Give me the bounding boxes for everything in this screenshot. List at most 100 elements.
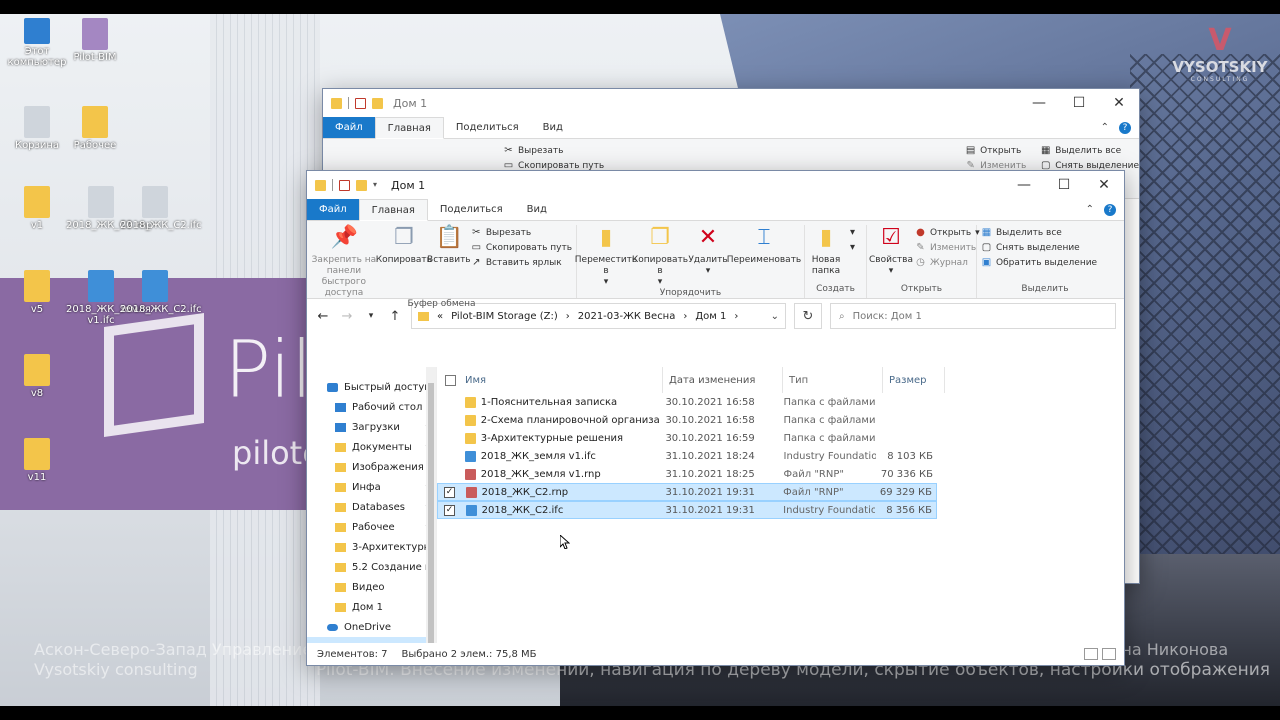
nav-item[interactable]: Документы✦: [307, 437, 436, 457]
nav-item[interactable]: Дом 1: [307, 597, 436, 617]
table-row[interactable]: ✓ 2018_ЖК_С2.ifc 31.10.2021 19:31 Industry …: [437, 501, 937, 519]
table-row[interactable]: 2-Схема планировочной организац... 30.10.…: [437, 411, 937, 429]
refresh-button[interactable]: ↻: [794, 303, 822, 329]
desktop-icon[interactable]: 2018_ЖК_С2.ifc: [120, 270, 202, 315]
minimize-icon[interactable]: —: [1004, 171, 1044, 199]
nav-item[interactable]: Рабочее✦: [307, 517, 436, 537]
paste-shortcut-button[interactable]: ↗ Вставить ярлык: [471, 257, 572, 268]
open-button[interactable]: ● Открыть ▾: [915, 227, 980, 238]
desktop-icon[interactable]: v8: [2, 354, 72, 399]
open-button[interactable]: ▤ Открыть: [965, 145, 1026, 156]
chevron-down-icon[interactable]: ▾: [373, 180, 381, 191]
nav-item[interactable]: Рабочий стол✦: [307, 397, 436, 417]
desktop-icon[interactable]: v5: [2, 270, 72, 315]
breadcrumb-sep[interactable]: ›: [734, 311, 738, 322]
desktop-icon[interactable]: v1: [2, 186, 72, 231]
chevron-up-icon[interactable]: ⌃: [1101, 122, 1109, 133]
tab-share[interactable]: Поделиться: [444, 117, 531, 138]
edit-button[interactable]: ✎ Изменить: [915, 242, 980, 253]
chevron-down-icon[interactable]: ⌄: [771, 311, 779, 322]
column-name[interactable]: Имя: [459, 367, 663, 393]
nav-item[interactable]: Databases✦: [307, 497, 436, 517]
maximize-icon[interactable]: ☐: [1059, 89, 1099, 117]
desktop-icon[interactable]: v11: [2, 438, 72, 483]
copy-path-button[interactable]: ▭ Скопировать путь: [471, 242, 572, 253]
table-row[interactable]: 1-Пояснительная записка 30.10.2021 16:58 П…: [437, 393, 937, 411]
chevron-up-icon[interactable]: ⌃: [1086, 204, 1094, 215]
help-icon[interactable]: ?: [1119, 121, 1131, 134]
minimize-icon[interactable]: —: [1019, 89, 1059, 117]
easy-access-button[interactable]: ▾: [847, 242, 858, 253]
table-row[interactable]: 2018_ЖК_земля v1.rnp 31.10.2021 18:25 Файл…: [437, 465, 937, 483]
tab-view[interactable]: Вид: [531, 117, 575, 138]
column-size[interactable]: Размер: [883, 367, 945, 393]
nav-item[interactable]: 5.2 Создание ко: [307, 557, 436, 577]
details-view-icon[interactable]: [1084, 648, 1098, 660]
column-date[interactable]: Дата изменения: [663, 367, 783, 393]
breadcrumb-sep[interactable]: ›: [566, 311, 570, 322]
table-row[interactable]: 2018_ЖК_земля v1.ifc 31.10.2021 18:24 Indu…: [437, 447, 937, 465]
nav-scrollbar[interactable]: [426, 367, 436, 663]
invert-selection-button[interactable]: ▣ Обратить выделение: [981, 257, 1097, 268]
titlebar[interactable]: Дом 1 — ☐ ✕: [323, 89, 1139, 117]
cut-button[interactable]: ✂ Вырезать: [503, 145, 604, 156]
table-row[interactable]: ✓ 2018_ЖК_С2.rnp 31.10.2021 19:31 Файл "RNP…: [437, 483, 937, 501]
new-folder-button[interactable]: ▮ Новая папка: [809, 225, 843, 277]
table-row[interactable]: 3-Архитектурные решения 30.10.2021 16:59 П…: [437, 429, 937, 447]
paste-button[interactable]: 📋 Вставить: [427, 225, 471, 266]
select-none-button[interactable]: ▢ Снять выделение: [981, 242, 1097, 253]
breadcrumb-sep[interactable]: ›: [683, 311, 687, 322]
nav-item[interactable]: Изображения✦: [307, 457, 436, 477]
back-icon[interactable]: ←: [315, 309, 331, 324]
breadcrumb-overflow[interactable]: «: [437, 311, 443, 322]
select-all-button[interactable]: ▦ Выделить все: [981, 227, 1097, 238]
nav-item[interactable]: Инфа✦: [307, 477, 436, 497]
forward-icon[interactable]: →: [339, 309, 355, 324]
properties-button[interactable]: ☑ Свойства ▾: [869, 225, 913, 277]
nav-item[interactable]: Видео: [307, 577, 436, 597]
breadcrumb-drive[interactable]: Pilot-BIM Storage (Z:): [451, 311, 558, 322]
up-icon[interactable]: ↑: [387, 309, 403, 324]
tab-share[interactable]: Поделиться: [428, 199, 515, 220]
search-input[interactable]: ⌕ Поиск: Дом 1: [830, 303, 1116, 329]
nav-item[interactable]: Быстрый доступ: [307, 377, 436, 397]
pin-quick-access-button[interactable]: 📌 Закрепить на панели быстрого доступа: [311, 225, 377, 299]
new-folder-icon[interactable]: [356, 179, 367, 191]
desktop-icon[interactable]: 2018_ЖК_С2.ifc: [120, 186, 202, 231]
select-all-button[interactable]: ▦ Выделить все: [1040, 145, 1139, 156]
close-icon[interactable]: ✕: [1084, 171, 1124, 199]
desktop-icon[interactable]: Pilot-BIM: [60, 18, 130, 63]
tab-view[interactable]: Вид: [515, 199, 559, 220]
select-all-checkbox[interactable]: [437, 367, 459, 393]
copy-to-button[interactable]: ❐ Копировать в ▾: [632, 225, 688, 288]
tab-file[interactable]: Файл: [307, 199, 359, 220]
properties-icon[interactable]: [339, 179, 350, 191]
close-icon[interactable]: ✕: [1099, 89, 1139, 117]
row-checkbox[interactable]: ✓: [444, 486, 455, 498]
move-to-button[interactable]: ▮ Переместить в ▾: [575, 225, 637, 288]
titlebar[interactable]: ▾ Дом 1 — ☐ ✕: [307, 171, 1124, 199]
nav-item[interactable]: Загрузки✦: [307, 417, 436, 437]
breadcrumb-project[interactable]: 2021-03-ЖК Весна: [578, 311, 676, 322]
help-icon[interactable]: ?: [1104, 203, 1116, 216]
scrollbar-thumb[interactable]: [428, 383, 434, 663]
explorer-window[interactable]: ▾ Дом 1 — ☐ ✕ Файл Главная Поделиться Вид …: [306, 170, 1125, 666]
column-type[interactable]: Тип: [783, 367, 883, 393]
tab-home[interactable]: Главная: [374, 117, 444, 139]
copy-button[interactable]: ❐ Копировать: [376, 225, 432, 266]
nav-item[interactable]: OneDrive: [307, 617, 436, 637]
row-checkbox[interactable]: ✓: [444, 504, 455, 516]
cut-button[interactable]: ✂ Вырезать: [471, 227, 572, 238]
tab-home[interactable]: Главная: [358, 199, 428, 221]
rename-button[interactable]: ⌶ Переименовать: [727, 225, 802, 266]
tab-file[interactable]: Файл: [323, 117, 375, 138]
maximize-icon[interactable]: ☐: [1044, 171, 1084, 199]
delete-button[interactable]: ✕ Удалить ▾: [688, 225, 727, 277]
desktop-icon[interactable]: Рабочее: [60, 106, 130, 151]
new-item-button[interactable]: ▾: [847, 227, 858, 238]
history-button[interactable]: ◷ Журнал: [915, 257, 980, 268]
recent-locations-icon[interactable]: ▾: [363, 311, 379, 321]
large-icons-view-icon[interactable]: [1102, 648, 1116, 660]
nav-item[interactable]: 3-Архитектурные решения: [307, 537, 436, 557]
breadcrumb-current[interactable]: Дом 1: [695, 311, 726, 322]
